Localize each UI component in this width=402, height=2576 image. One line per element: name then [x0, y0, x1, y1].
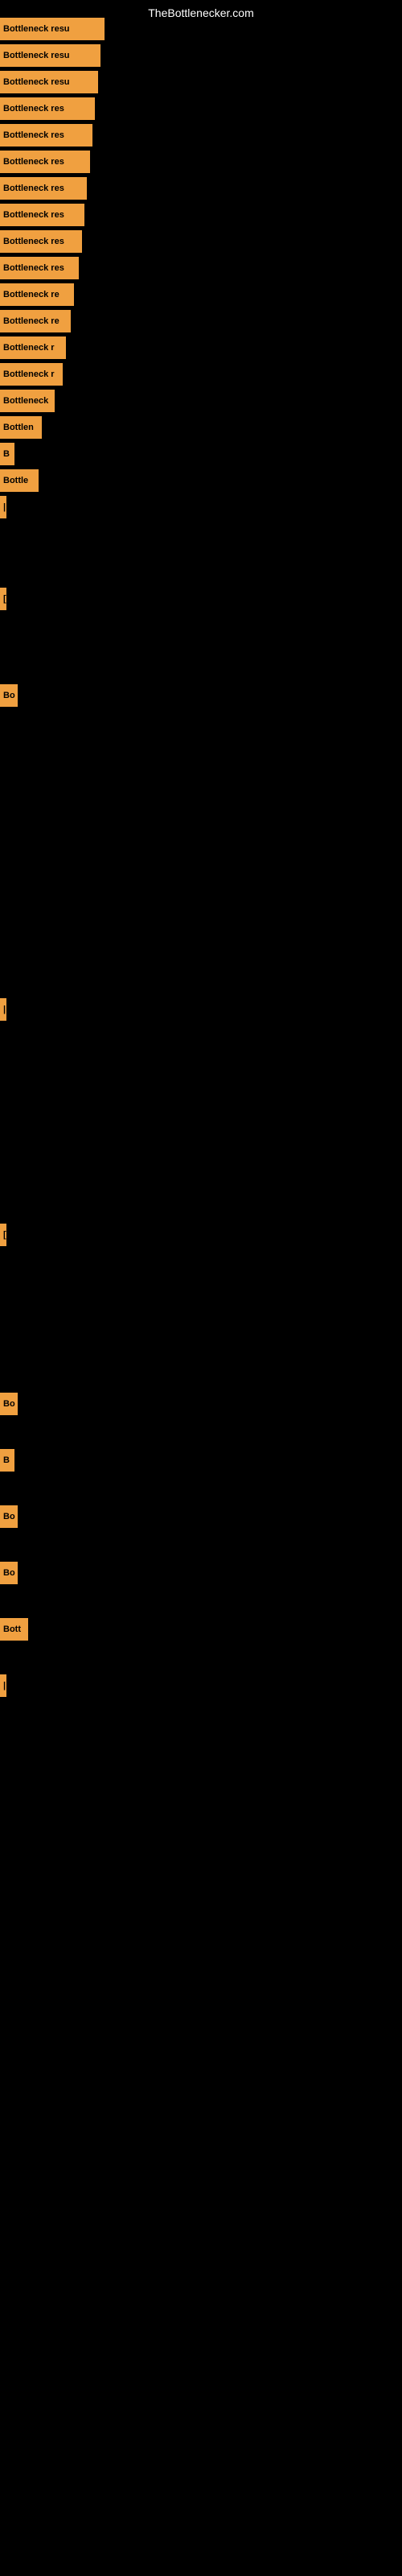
bar-item: |	[0, 496, 6, 518]
bar-label: Bottleneck res	[0, 230, 82, 253]
bar-item: Bottleneck resu	[0, 71, 98, 93]
bar-label: Bottleneck res	[0, 257, 79, 279]
bar-item: Bottleneck res	[0, 124, 92, 147]
bar-item: Bottleneck resu	[0, 18, 105, 40]
bar-label: Bottleneck res	[0, 97, 95, 120]
bar-label: Bottleneck resu	[0, 71, 98, 93]
bar-label: Bottleneck re	[0, 310, 71, 332]
bar-item: Bottleneck res	[0, 97, 95, 120]
bar-item: Bottle	[0, 469, 39, 492]
bar-label: |	[0, 998, 6, 1021]
bar-label: Bo	[0, 1393, 18, 1415]
bar-item: Bottleneck res	[0, 204, 84, 226]
bar-item: Bottleneck res	[0, 177, 87, 200]
bar-item: Bott	[0, 1618, 28, 1641]
bar-item: Bo	[0, 1393, 18, 1415]
bar-item: Bottlen	[0, 416, 42, 439]
bar-item: Bottleneck resu	[0, 44, 100, 67]
bar-label: |	[0, 496, 6, 518]
bar-label: Bottleneck res	[0, 151, 90, 173]
bar-item: Bottleneck re	[0, 310, 71, 332]
bar-item: B	[0, 1449, 14, 1472]
bar-item: Bo	[0, 684, 18, 707]
bar-label: Bottleneck res	[0, 177, 87, 200]
bar-label: B	[0, 1449, 14, 1472]
bar-label: Bottleneck	[0, 390, 55, 412]
bar-label: Bottleneck r	[0, 336, 66, 359]
bar-label: Bottleneck res	[0, 204, 84, 226]
bar-item: Bo	[0, 1562, 18, 1584]
bar-label: Bottlen	[0, 416, 42, 439]
bar-label: Bo	[0, 1505, 18, 1528]
bar-label: Bottleneck resu	[0, 18, 105, 40]
bar-item: Bottleneck	[0, 390, 55, 412]
bar-item: Bottleneck res	[0, 230, 82, 253]
bar-item: Bo	[0, 1505, 18, 1528]
bar-label: [	[0, 588, 6, 610]
bar-item: Bottleneck r	[0, 363, 63, 386]
bar-item: [	[0, 1224, 6, 1246]
bar-item: Bottleneck res	[0, 257, 79, 279]
bar-item: B	[0, 443, 14, 465]
bar-label: B	[0, 443, 14, 465]
bar-label: Bottleneck resu	[0, 44, 100, 67]
bar-label: Bottleneck res	[0, 124, 92, 147]
bar-item: |	[0, 1674, 6, 1697]
bar-label: Bottle	[0, 469, 39, 492]
bar-label: Bottleneck re	[0, 283, 74, 306]
bar-item: Bottleneck res	[0, 151, 90, 173]
bar-label: Bo	[0, 684, 18, 707]
bar-label: [	[0, 1224, 6, 1246]
bar-label: Bott	[0, 1618, 28, 1641]
bar-item: |	[0, 998, 6, 1021]
bar-label: |	[0, 1674, 6, 1697]
bar-label: Bottleneck r	[0, 363, 63, 386]
bar-item: Bottleneck re	[0, 283, 74, 306]
bar-item: Bottleneck r	[0, 336, 66, 359]
bar-item: [	[0, 588, 6, 610]
bar-label: Bo	[0, 1562, 18, 1584]
